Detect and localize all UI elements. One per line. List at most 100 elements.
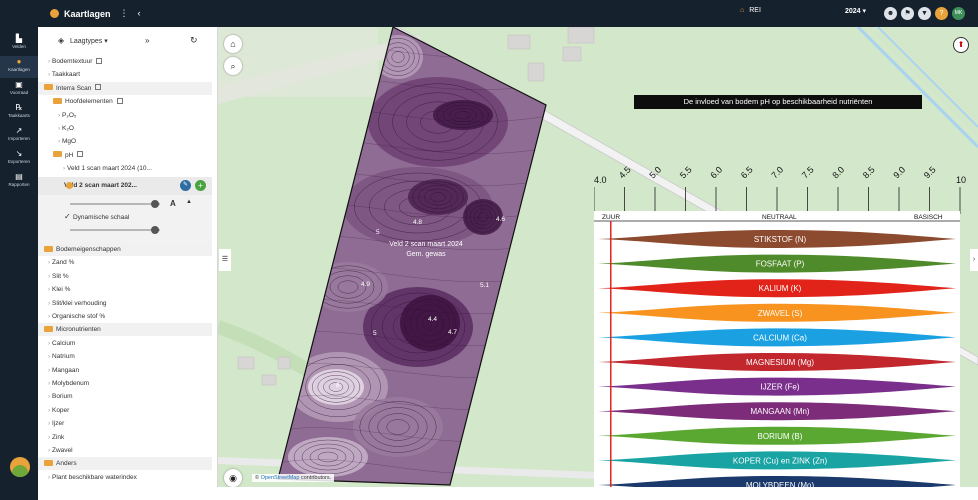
label-size-icon[interactable]: A [170, 199, 176, 208]
layer-item[interactable]: › Taakkaart [38, 68, 212, 81]
layer-toggle-button[interactable]: ◉ [224, 469, 242, 487]
nav-item-kaartlagen[interactable]: ● Kaartlagen [0, 56, 38, 78]
slider-handle[interactable] [151, 199, 159, 208]
help-icon[interactable]: ? [935, 7, 948, 20]
farm-selector[interactable]: ⌂ REI [740, 7, 761, 14]
collapse-all-icon[interactable]: » [145, 36, 149, 45]
layer-item[interactable]: Interra Scan [38, 81, 212, 95]
panel-header: ◈ Laagtypes ▾ » ↻ [38, 27, 217, 55]
check-icon: ✓ [64, 211, 73, 221]
nav-item-label: Rapporten [8, 182, 30, 187]
layer-item[interactable]: › MgO [38, 135, 212, 148]
opacity-slider[interactable] [70, 202, 160, 205]
layer-item[interactable]: › Zand % [38, 256, 212, 269]
nav-item-velden[interactable]: ▙ Velden [0, 33, 38, 55]
filter-icon[interactable]: ▼ [918, 7, 931, 20]
layer-item[interactable]: Bodemeigenschappen [38, 243, 212, 256]
slider-handle[interactable] [151, 225, 159, 234]
layer-item[interactable]: › K₂O [38, 122, 212, 135]
layer-item-label: K₂O [61, 125, 74, 132]
layer-item[interactable]: pH [38, 149, 212, 162]
layer-checkbox[interactable] [116, 97, 123, 104]
list-toggle-icon[interactable]: ☰ [219, 249, 231, 271]
layer-item[interactable]: › Zink [38, 431, 212, 444]
layer-item-label: Natrium [51, 353, 75, 361]
ph-tick-label: 7.0 [769, 164, 785, 180]
layer-item[interactable]: › Ijzer [38, 417, 212, 430]
flag-icon[interactable]: ⚑ [901, 7, 914, 20]
search-map-button[interactable]: ⌕ [224, 57, 242, 75]
layer-item[interactable]: › Veld 1 scan maart 2024 (10... [38, 162, 212, 175]
layer-item-label: Bodemeigenschappen [56, 246, 121, 253]
caret-up-icon[interactable]: ▲ [186, 199, 192, 205]
company-logo [10, 457, 30, 477]
selected-layer-label: Veld 2 scan maart 202... [64, 181, 137, 189]
layer-item[interactable]: › Mangaan [38, 364, 212, 377]
dynamic-scale-toggle[interactable]: ✓ Dynamische schaal [64, 212, 129, 223]
ph-tick-label: 5.0 [647, 164, 663, 180]
layer-item-label: Zink [51, 433, 65, 441]
add-icon[interactable]: + [195, 179, 206, 191]
layer-item[interactable]: Micronutrienten [38, 323, 212, 337]
layer-item[interactable]: › Molybdenum [38, 377, 212, 390]
layer-item-label: P₂O₅ [61, 111, 77, 119]
layer-item-label: Slit/klei verhouding [51, 299, 107, 307]
osm-link[interactable]: OpenStreetMap [261, 475, 300, 481]
layers-icon: ◈ [58, 36, 65, 45]
layer-item[interactable]: › Zwavel [38, 444, 212, 457]
edit-icon[interactable]: ✎ [180, 179, 191, 191]
refresh-icon[interactable]: ↻ [190, 35, 198, 46]
layer-color-icon [66, 181, 73, 189]
field-label: Veld 2 scan maart 2024 [389, 241, 463, 248]
nutrient-label: FOSFAAT (P) [756, 260, 805, 269]
more-vert-icon[interactable]: ⋮ [118, 7, 130, 19]
layer-item[interactable]: › Bodemtextuur [38, 55, 212, 68]
nav-item-exporteren[interactable]: ↘ Exporteren [0, 148, 38, 170]
ph-tick-label: 6.0 [708, 164, 724, 180]
nav-item-label: Exporteren [7, 159, 30, 164]
layer-item-label: Veld 1 scan maart 2024 (10... [66, 165, 152, 173]
layers-icon: ● [16, 57, 22, 66]
fields-icon: ▙ [15, 34, 23, 43]
nav-item-rapporten[interactable]: ▤ Rapporten [0, 171, 38, 193]
compass-icon[interactable]: ⬆ [953, 37, 969, 53]
layer-item-label: Slit % [51, 272, 69, 280]
contour-label: 5.1 [480, 282, 489, 289]
export-icon: ↘ [15, 149, 23, 158]
layer-item[interactable]: › Plant beschikbare waterindex [38, 471, 212, 484]
ph-tick-label: 5.5 [678, 164, 694, 180]
avatar[interactable]: MK [952, 7, 965, 20]
nutrient-label: MANGAAN (Mn) [750, 407, 809, 416]
layer-item[interactable]: › Koper [38, 404, 212, 417]
layer-checkbox[interactable] [95, 84, 102, 91]
nav-item-voorraad[interactable]: ▣ Voorraad [0, 79, 38, 101]
layer-item[interactable]: Anders [38, 457, 212, 471]
layer-item[interactable]: › Borium [38, 390, 212, 403]
page-title: Kaartlagen [50, 0, 111, 27]
nav-item-taakkaarts[interactable]: ℞ Taakkaarts [0, 102, 38, 124]
layer-item-label: Borium [51, 393, 73, 401]
layer-item[interactable]: › Klei % [38, 283, 212, 296]
year-select[interactable]: 2024 ▾ [845, 7, 866, 15]
layer-types-dropdown[interactable]: Laagtypes ▾ [70, 37, 108, 45]
contour-label: 8 [336, 382, 340, 389]
map-view[interactable]: 4.8 4.6 5 4.9 4.4 4.7 5.1 5 8 Veld 2 scan maart 2… [218, 27, 978, 487]
layer-item[interactable]: › Organische stof % [38, 310, 212, 323]
bottom-bar [38, 487, 978, 500]
layer-item[interactable]: › Natrium [38, 350, 212, 363]
layer-item[interactable]: › Calcium [38, 337, 212, 350]
layer-item[interactable]: › Slit % [38, 270, 212, 283]
chevron-left-icon[interactable]: ‹ [133, 7, 145, 19]
scale-slider[interactable] [70, 228, 160, 231]
layer-item[interactable]: Hoofdelementen [38, 95, 212, 108]
home-map-button[interactable]: ⌂ [224, 35, 242, 53]
nav-item-importeren[interactable]: ↗ Importeren [0, 125, 38, 147]
contour-label: 5 [373, 330, 377, 337]
contour-label: 4.6 [496, 216, 505, 223]
support-icon[interactable]: ☻ [884, 7, 897, 20]
layer-checkbox[interactable] [77, 151, 84, 158]
layer-item[interactable]: › Slit/klei verhouding [38, 297, 212, 310]
ph-nutrient-chart: 4.0 4.5 5.0 5.5 6.0 6.5 7.0 7.5 8.0 8.5 9.0 9.5 10 ZU… [594, 164, 966, 487]
layer-checkbox[interactable] [96, 57, 103, 64]
layer-item[interactable]: › P₂O₅ [38, 109, 212, 122]
